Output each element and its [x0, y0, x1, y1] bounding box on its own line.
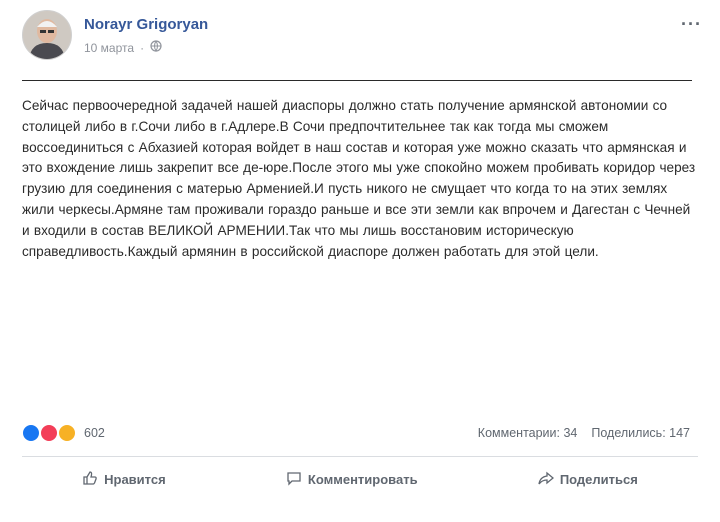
- divider: [22, 80, 692, 81]
- like-button[interactable]: Нравится: [82, 470, 166, 489]
- actions-divider: [22, 456, 698, 457]
- post-meta: 10 марта ·: [84, 40, 162, 55]
- comments-count[interactable]: Комментарии: 34: [478, 426, 578, 440]
- shares-count[interactable]: Поделились: 147: [591, 426, 690, 440]
- post-header: Norayr Grigoryan 10 марта · ···: [22, 10, 702, 70]
- more-options-icon[interactable]: ···: [681, 14, 702, 35]
- globe-icon: [150, 40, 162, 55]
- action-bar: Нравится Комментировать Поделиться: [22, 470, 698, 489]
- reactions-summary[interactable]: 602: [22, 424, 105, 442]
- post-date[interactable]: 10 марта: [84, 41, 134, 55]
- share-arrow-icon: [538, 470, 554, 489]
- comment-label: Комментировать: [307, 472, 418, 487]
- share-label: Поделиться: [559, 472, 638, 487]
- thumbs-up-icon: [82, 470, 98, 489]
- share-button[interactable]: Поделиться: [538, 470, 638, 489]
- reactions-count: 602: [84, 426, 105, 440]
- author-name[interactable]: Norayr Grigoryan: [84, 16, 208, 33]
- comment-button[interactable]: Комментировать: [286, 470, 418, 489]
- love-reaction-icon: [40, 424, 58, 442]
- like-label: Нравится: [104, 472, 166, 487]
- comment-icon: [286, 470, 302, 489]
- post-text: Сейчас первоочередной задачей нашей диас…: [22, 98, 696, 259]
- avatar[interactable]: [22, 10, 72, 60]
- like-reaction-icon: [22, 424, 40, 442]
- post-card: Norayr Grigoryan 10 марта · ··· Сейчас п…: [0, 0, 720, 522]
- dot-separator: ·: [140, 40, 145, 55]
- engagement-counts: Комментарии: 34 Поделились: 147: [478, 426, 690, 440]
- haha-reaction-icon: [58, 424, 76, 442]
